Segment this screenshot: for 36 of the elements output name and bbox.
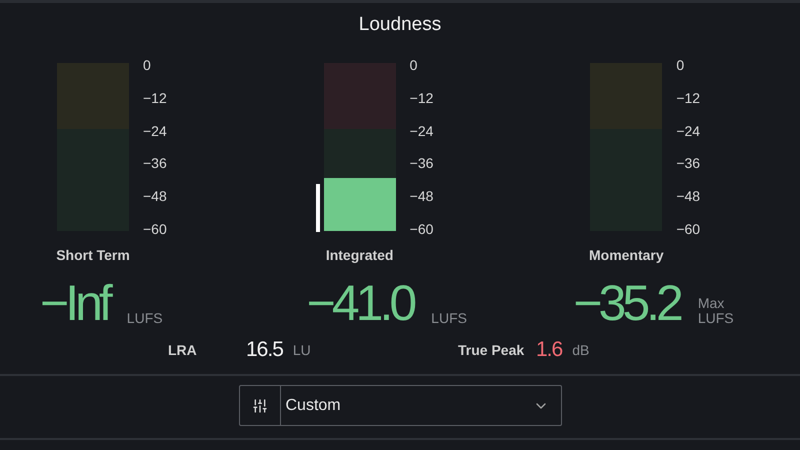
scale-label: −24: [143, 122, 167, 139]
stat-label: LRA: [168, 340, 198, 360]
preset-dropdown[interactable]: Custom: [238, 385, 562, 426]
scale-label: −36: [676, 155, 700, 172]
meter-label: Integrated: [324, 246, 394, 265]
scale-label: −24: [676, 122, 700, 139]
scale-label: 0: [676, 57, 686, 73]
stat-value: 1.6: [536, 337, 562, 364]
unit-label: LUFS: [431, 311, 468, 326]
scale-label: −12: [410, 90, 434, 106]
stat-label: True Peak: [458, 340, 526, 360]
scale-label: −48: [143, 188, 167, 204]
scale-label: −60: [410, 220, 434, 237]
scale-label: −48: [410, 188, 434, 204]
unit-label: Max LUFS: [698, 296, 735, 326]
scale-label: −60: [143, 220, 167, 237]
loudness-value: −41.0: [306, 278, 414, 328]
meter-label: Momentary: [590, 246, 662, 265]
unit-label: LUFS: [126, 311, 164, 326]
scale-label: 0: [143, 57, 152, 73]
scale-label: −24: [410, 122, 434, 139]
scale-label: −36: [410, 155, 434, 172]
meter-label: Short Term: [57, 246, 129, 265]
scale-label: −60: [676, 220, 700, 237]
scale-label: −12: [676, 90, 700, 106]
panel-title: Loudness: [358, 13, 442, 37]
scale-label: 0: [410, 57, 418, 73]
stat-value: 16.5: [246, 337, 283, 364]
sliders-icon: [252, 398, 268, 414]
scale-label: −48: [676, 188, 700, 204]
scale-label: −12: [143, 90, 167, 106]
loudness-value: −35.2: [573, 278, 680, 328]
unit-label: dB: [572, 340, 590, 360]
unit-label: LU: [292, 340, 311, 360]
loudness-value: −Inf: [40, 278, 109, 328]
scale-label: −36: [143, 155, 167, 172]
